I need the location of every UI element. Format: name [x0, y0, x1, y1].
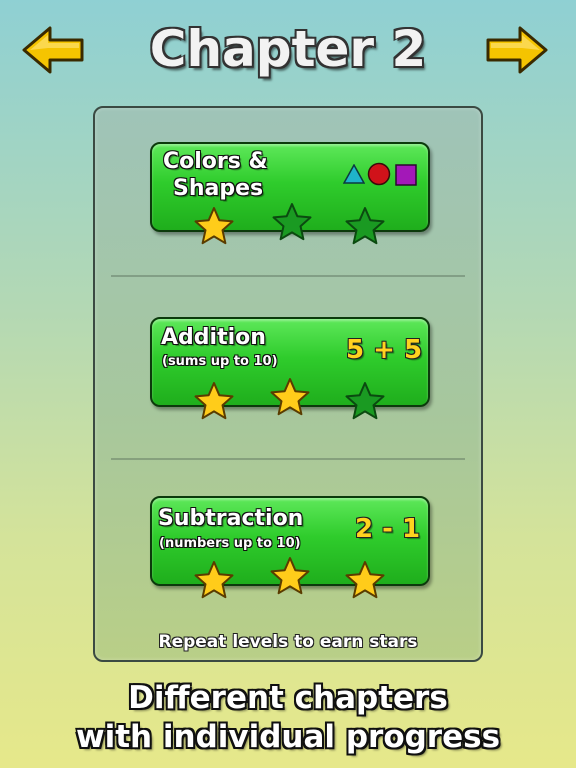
- star-empty: [345, 381, 385, 421]
- star-earned: [194, 560, 234, 600]
- divider: [111, 275, 465, 277]
- level-subtitle: (sums up to 10): [162, 354, 278, 369]
- level-title: Addition: [161, 325, 266, 350]
- level-title-line1: Colors &: [163, 149, 268, 174]
- stars-hint: Repeat levels to earn stars: [158, 632, 418, 652]
- level-card-colors-shapes[interactable]: Colors & Shapes: [150, 142, 430, 245]
- level-equation: 5 + 5: [346, 335, 423, 365]
- level-title-line2: Shapes: [173, 176, 264, 201]
- star-empty: [345, 206, 385, 246]
- star-earned: [345, 560, 385, 600]
- divider: [111, 458, 465, 460]
- arrow-right-icon: [486, 26, 548, 74]
- level-subtitle: (numbers up to 10): [159, 536, 301, 551]
- level-title: Subtraction: [158, 506, 304, 531]
- level-title: Colors & Shapes: [163, 148, 268, 202]
- caption-line1: Different chapters: [128, 680, 448, 716]
- triangle-icon: [343, 164, 365, 184]
- next-chapter-button[interactable]: [484, 24, 548, 76]
- caption-line2: with individual progress: [75, 719, 501, 755]
- level-card-addition[interactable]: Addition (sums up to 10) 5 + 5: [150, 317, 430, 420]
- level-equation: 2 - 1: [355, 514, 421, 544]
- level-card-subtraction[interactable]: Subtraction (numbers up to 10) 2 - 1: [150, 496, 430, 599]
- star-earned: [194, 206, 234, 246]
- square-icon: [395, 164, 417, 186]
- prev-chapter-button[interactable]: [22, 24, 86, 76]
- star-earned: [270, 377, 310, 417]
- star-earned: [270, 556, 310, 596]
- circle-icon: [367, 162, 391, 186]
- star-earned: [194, 381, 234, 421]
- star-empty: [272, 202, 312, 242]
- arrow-left-icon: [22, 26, 84, 74]
- chapter-panel: Colors & Shapes Addition (sums up to 10)…: [93, 106, 483, 662]
